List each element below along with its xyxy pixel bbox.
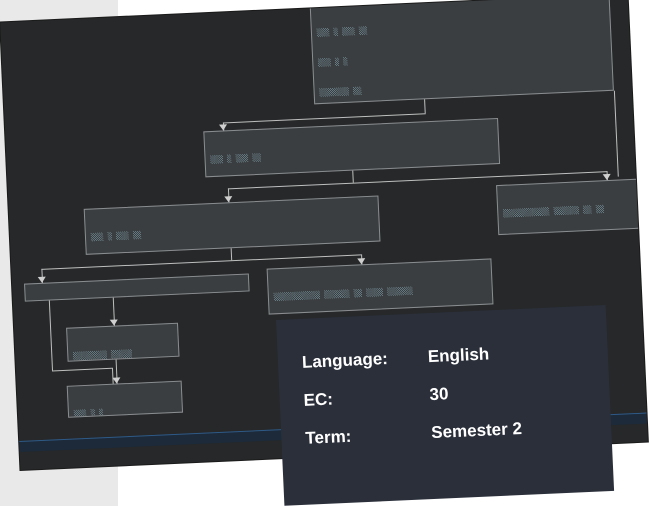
- arrow-icon: [357, 258, 366, 265]
- graph-node-top[interactable]: ░░░ ░ ░░░ ░░ ░░░ ░ ░ ░░░░░░░ ░░ ░░░ ░ ░░…: [309, 0, 614, 105]
- edge: [230, 248, 233, 261]
- language-row: Language: English: [302, 344, 490, 372]
- asm-line: ░░░ ░ ░░░ ░░: [90, 231, 142, 242]
- asm-line: ░░░░░░░░░░░ ░░░░░░ ░░ ░░: [503, 205, 605, 218]
- term-row: Term: Semester 2: [305, 419, 522, 449]
- asm-line: ░░░░░░░░ ░░░░░: [73, 349, 133, 361]
- edge: [424, 99, 426, 114]
- ec-label: EC:: [303, 389, 334, 410]
- asm-line: ░░░░░░░ ░░: [319, 87, 362, 98]
- arrow-icon: [224, 196, 233, 203]
- asm-line: ░░░░░░░░░░░ ░░░░░░ ░░ ░░░░ ░░░░░░: [273, 287, 414, 302]
- graph-node-left-branch[interactable]: ░░░░ ░░ ░ ░░░░░░ ░░░░ ░░ ░ ░░░░░: [24, 273, 250, 302]
- asm-line: ░░░ ░ ░░░░░░░ ░░ ░ ░░░░ ░░░░░░: [92, 250, 375, 255]
- term-value: Semester 2: [430, 418, 523, 443]
- arrow-icon: [112, 377, 121, 384]
- language-label: Language:: [301, 348, 389, 372]
- graph-node-middle[interactable]: ░░░ ░ ░░░ ░░ ░░░ ░ ░ ░░░░░░░ ░ ░░░░ ░░░░…: [203, 117, 501, 178]
- graph-node-center[interactable]: ░░░░░░░░░░░ ░░░░░░ ░░ ░░░░ ░░░░░░ ░░░ ░ …: [266, 258, 494, 315]
- ec-value: 30: [429, 384, 449, 405]
- ec-row: EC: 30: [303, 384, 449, 411]
- asm-line: ░░░ ░ ░░░ ░░: [316, 26, 368, 38]
- edge: [48, 300, 54, 371]
- graph-node-left-upper[interactable]: ░░░ ░ ░░░ ░░ ░░░ ░ ░░░░░░░ ░░ ░ ░░░░ ░░░…: [83, 195, 381, 255]
- edge: [52, 367, 112, 372]
- edge: [613, 90, 619, 177]
- graph-node-right[interactable]: ░░░░░░░░░░░ ░░░░░░ ░░ ░░ ░░░ ░ ░ ░░░░ ░ …: [496, 178, 648, 236]
- arrow-icon: [219, 124, 228, 131]
- asm-line: ░░░ ░ ░: [73, 409, 104, 418]
- term-label: Term:: [304, 426, 352, 448]
- asm-line: ░░░ ░ ░░░ ░░: [210, 153, 262, 165]
- graph-node-lower-left[interactable]: ░░░░░░░░ ░░░░░ ░░░░ ░ ░░░░░░░: [66, 322, 180, 362]
- graph-node-bottom-left[interactable]: ░░░ ░ ░ ░░░░ ░ ░░░░░░░: [66, 380, 184, 418]
- asm-line: ░░░ ░ ░: [504, 233, 642, 236]
- arrow-icon: [109, 319, 119, 326]
- arrow-icon: [602, 173, 611, 181]
- asm-line: ░░░ ░ ░: [318, 57, 348, 68]
- edge: [352, 170, 354, 183]
- course-info-card: Language: English EC: 30 Term: Semester 2: [276, 305, 615, 506]
- arrow-icon: [37, 276, 47, 284]
- asm-line: ░░░░ ░░ ░ ░░░░░░ ░░░░ ░░ ░ ░░░░░: [31, 298, 244, 302]
- language-value: English: [427, 344, 490, 367]
